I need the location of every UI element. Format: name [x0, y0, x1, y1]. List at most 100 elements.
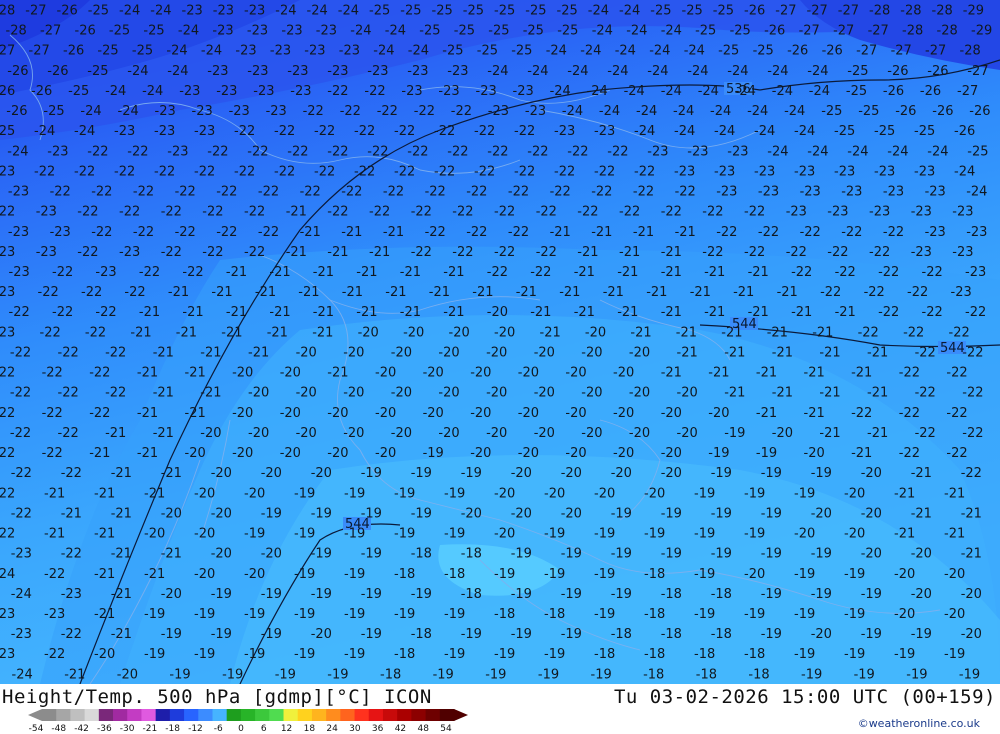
temperature-value: -22: [377, 104, 398, 119]
temperature-value: -23: [114, 124, 135, 139]
temperature-value: -25: [442, 44, 463, 59]
temperature-value: -18: [661, 587, 682, 602]
temperature-value: -20: [261, 547, 282, 562]
temperature-value: -26: [787, 44, 808, 59]
temperature-value: -23: [925, 225, 946, 240]
temperature-value: -20: [629, 346, 650, 361]
temperature-value: -22: [44, 567, 65, 582]
temperature-value: -21: [756, 366, 777, 381]
temperature-value: -20: [811, 627, 832, 642]
temperature-value: -19: [344, 486, 365, 501]
temperature-value: -22: [962, 386, 983, 401]
temperature-value: -27: [891, 44, 912, 59]
temperature-value: -22: [105, 386, 126, 401]
temperature-value: -22: [154, 164, 175, 179]
colorbar-swatch: [155, 709, 171, 721]
temperature-value: -21: [677, 346, 698, 361]
temperature-value: -19: [444, 486, 465, 501]
temperature-value: -24: [599, 104, 620, 119]
temperature-value: -24: [615, 44, 636, 59]
temperature-value: -19: [222, 667, 243, 682]
temperature-value: -22: [907, 285, 928, 300]
temperature-value: -22: [851, 406, 872, 421]
temperature-value: -20: [534, 426, 555, 441]
temperature-value: -22: [114, 164, 135, 179]
temperature-value: -19: [544, 647, 565, 662]
temperature-value: -23: [883, 185, 904, 200]
temperature-value: -21: [516, 285, 537, 300]
temperature-value: -21: [161, 466, 182, 481]
temperature-value: -21: [617, 305, 638, 320]
temperature-value: -23: [247, 24, 268, 39]
temperature-value: -21: [708, 366, 729, 381]
colorbar-swatch: [56, 709, 71, 721]
temperature-value: -22: [258, 225, 279, 240]
temperature-value: -24: [636, 104, 657, 119]
colorbar-swatch: [98, 709, 114, 721]
temperature-value: -21: [400, 265, 421, 280]
temperature-value: -21: [111, 506, 132, 521]
temperature-value: -23: [235, 44, 256, 59]
temperature-value: -20: [423, 366, 444, 381]
temperature-value: -23: [179, 84, 200, 99]
temperature-value: -23: [0, 164, 15, 179]
temperature-value: -19: [544, 567, 565, 582]
temperature-value: -22: [216, 185, 237, 200]
temperature-value: -21: [400, 305, 421, 320]
temperature-value: -21: [200, 346, 221, 361]
temperature-value: -21: [105, 426, 126, 441]
temperature-value: -20: [581, 346, 602, 361]
temperature-value: -22: [508, 225, 529, 240]
temperature-value: -21: [835, 305, 856, 320]
temperature-value: -24: [847, 144, 868, 159]
temperature-value: -24: [927, 144, 948, 159]
temperature-value: -22: [127, 144, 148, 159]
temperature-value: -25: [914, 124, 935, 139]
temperature-value: -29: [963, 4, 984, 19]
temperature-value: -22: [425, 185, 446, 200]
temperature-value: -22: [903, 325, 924, 340]
temperature-value: -19: [394, 486, 415, 501]
temperature-value: -21: [661, 265, 682, 280]
temperature-value: -21: [911, 466, 932, 481]
temperature-value: -19: [724, 426, 745, 441]
temperature-value: -21: [617, 265, 638, 280]
temperature-value: -27: [775, 4, 796, 19]
temperature-value: -21: [44, 486, 65, 501]
temperature-value: -21: [791, 305, 812, 320]
temperature-value: -20: [200, 426, 221, 441]
temperature-value: -18: [696, 667, 717, 682]
temperature-value: -24: [7, 144, 28, 159]
temperature-value: -19: [761, 506, 782, 521]
temperature-value: -22: [550, 185, 571, 200]
temperature-value: -27: [40, 24, 61, 39]
temperature-value: -19: [144, 607, 165, 622]
temperature-value: -20: [677, 386, 698, 401]
temperature-value: -25: [419, 24, 440, 39]
temperature-value: -21: [777, 285, 798, 300]
temperature-value: -19: [244, 527, 265, 542]
temperature-value: -23: [674, 164, 695, 179]
temperature-value: -21: [443, 265, 464, 280]
temperature-value: -19: [854, 667, 875, 682]
temperature-value: -22: [0, 366, 15, 381]
temperature-value: -23: [407, 64, 428, 79]
temperature-value: -22: [835, 265, 856, 280]
temperature-value: -23: [119, 245, 140, 260]
temperature-value: -26: [932, 104, 953, 119]
temperature-value: -21: [630, 325, 651, 340]
temperature-value: -19: [761, 587, 782, 602]
temperature-value: -23: [869, 205, 890, 220]
temperature-value: -24: [807, 144, 828, 159]
temperature-value: -21: [472, 285, 493, 300]
source-credit: ©weatheronline.co.uk: [857, 717, 980, 730]
temperature-value: -22: [915, 386, 936, 401]
temperature-value: -20: [944, 607, 965, 622]
temperature-value: -21: [327, 245, 348, 260]
temperature-value: -20: [518, 446, 539, 461]
temperature-value: -25: [511, 44, 532, 59]
temperature-value: -19: [794, 607, 815, 622]
temperature-value: -23: [95, 265, 116, 280]
temperature-value: -23: [0, 245, 15, 260]
temperature-value: -22: [216, 225, 237, 240]
